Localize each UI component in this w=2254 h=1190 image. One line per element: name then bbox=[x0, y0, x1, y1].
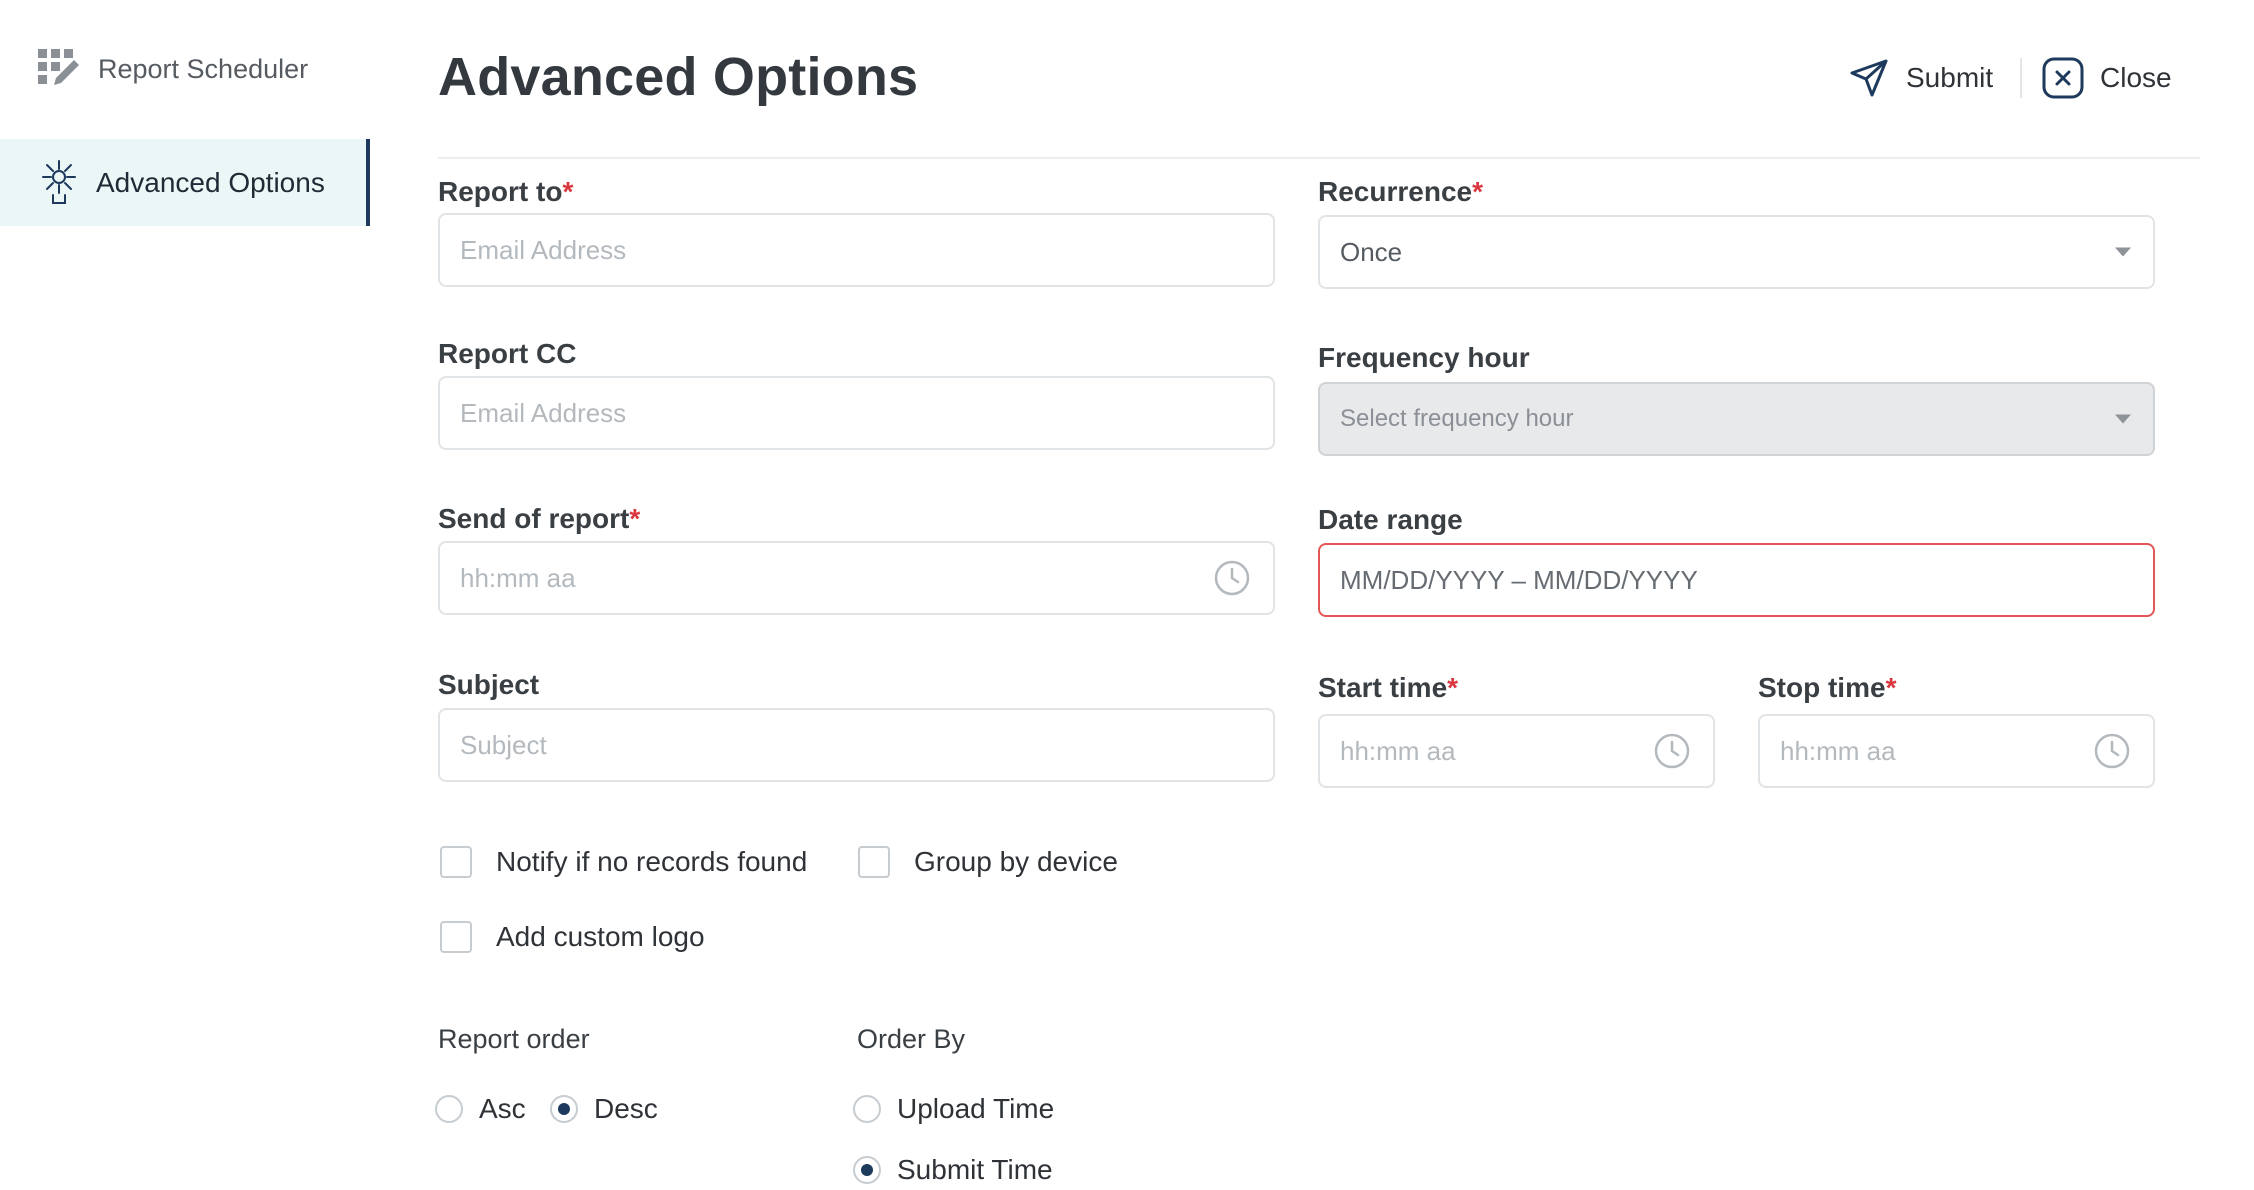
order-by-label: Order By bbox=[857, 1024, 966, 1054]
sidebar-app-label: Report Scheduler bbox=[98, 53, 309, 84]
close-label: Close bbox=[2100, 62, 2172, 93]
clock-icon[interactable] bbox=[1213, 559, 1251, 597]
close-icon bbox=[2042, 57, 2084, 99]
notify-checkbox-label: Notify if no records found bbox=[496, 846, 808, 877]
advanced-options-icon bbox=[42, 159, 76, 204]
start-time-input[interactable]: hh:mm aa bbox=[1318, 714, 1715, 788]
clock-icon[interactable] bbox=[2093, 732, 2131, 770]
send-of-report-placeholder: hh:mm aa bbox=[460, 562, 576, 593]
date-range-label: Date range bbox=[1318, 504, 1463, 535]
report-order-desc-radio[interactable]: Desc bbox=[550, 1093, 658, 1125]
radio-label: Upload Time bbox=[897, 1093, 1055, 1124]
stop-time-input[interactable]: hh:mm aa bbox=[1758, 714, 2155, 788]
order-by-upload-time-radio[interactable]: Upload Time bbox=[853, 1093, 1054, 1125]
recurrence-value: Once bbox=[1340, 236, 1403, 267]
page-title: Advanced Options bbox=[438, 47, 919, 107]
date-range-input[interactable]: MM/DD/YYYY – MM/DD/YYYY bbox=[1318, 543, 2155, 617]
report-scheduler-icon bbox=[38, 49, 79, 85]
notify-checkbox[interactable]: Notify if no records found bbox=[440, 846, 807, 878]
report-to-placeholder: Email Address bbox=[460, 234, 627, 265]
sidebar: Report Scheduler Advanced Options bbox=[0, 0, 370, 1190]
sidebar-item-advanced-options[interactable]: Advanced Options bbox=[0, 139, 370, 226]
report-order-label: Report order bbox=[438, 1024, 590, 1054]
radio-label: Asc bbox=[479, 1093, 526, 1124]
checkbox-box[interactable] bbox=[440, 921, 472, 953]
submit-label: Submit bbox=[1906, 62, 1994, 93]
checkbox-box[interactable] bbox=[858, 846, 890, 878]
close-button[interactable]: Close bbox=[2042, 56, 2172, 100]
sidebar-item-label: Advanced Options bbox=[96, 166, 325, 198]
submit-button[interactable]: Submit bbox=[1848, 56, 1993, 100]
chevron-down-icon bbox=[2115, 414, 2131, 424]
report-cc-label: Report CC bbox=[438, 338, 577, 369]
radio-button-selected[interactable] bbox=[550, 1095, 578, 1123]
send-icon bbox=[1850, 59, 1888, 97]
report-order-asc-radio[interactable]: Asc bbox=[435, 1093, 526, 1125]
radio-button-selected[interactable] bbox=[853, 1156, 881, 1184]
start-time-label: Start time* bbox=[1318, 672, 1459, 703]
recurrence-label: Recurrence* bbox=[1318, 176, 1483, 207]
report-to-label: Report to* bbox=[438, 176, 574, 207]
frequency-hour-select: Select frequency hour bbox=[1318, 382, 2155, 456]
report-cc-input[interactable]: Email Address bbox=[438, 376, 1275, 450]
report-to-input[interactable]: Email Address bbox=[438, 213, 1275, 287]
recurrence-select[interactable]: Once bbox=[1318, 215, 2155, 289]
group-by-device-checkbox[interactable]: Group by device bbox=[858, 846, 1118, 878]
frequency-hour-label: Frequency hour bbox=[1318, 342, 1530, 373]
sidebar-app-report-scheduler[interactable]: Report Scheduler bbox=[38, 46, 308, 92]
header-divider-line bbox=[438, 157, 2200, 159]
subject-placeholder: Subject bbox=[460, 729, 547, 760]
order-by-submit-time-radio[interactable]: Submit Time bbox=[853, 1154, 1053, 1186]
date-range-placeholder: MM/DD/YYYY – MM/DD/YYYY bbox=[1340, 564, 1698, 595]
radio-button[interactable] bbox=[853, 1095, 881, 1123]
frequency-hour-placeholder: Select frequency hour bbox=[1340, 405, 1574, 432]
send-of-report-input[interactable]: hh:mm aa bbox=[438, 541, 1275, 615]
group-by-device-label: Group by device bbox=[914, 846, 1118, 877]
report-cc-placeholder: Email Address bbox=[460, 397, 627, 428]
subject-label: Subject bbox=[438, 669, 540, 700]
radio-label: Submit Time bbox=[897, 1154, 1053, 1185]
stop-time-placeholder: hh:mm aa bbox=[1780, 735, 1896, 766]
start-time-placeholder: hh:mm aa bbox=[1340, 735, 1456, 766]
custom-logo-checkbox[interactable]: Add custom logo bbox=[440, 921, 705, 953]
custom-logo-label: Add custom logo bbox=[496, 921, 705, 952]
subject-input[interactable]: Subject bbox=[438, 708, 1275, 782]
radio-button[interactable] bbox=[435, 1095, 463, 1123]
radio-label: Desc bbox=[594, 1093, 658, 1124]
checkbox-box[interactable] bbox=[440, 846, 472, 878]
chevron-down-icon bbox=[2115, 247, 2131, 257]
clock-icon[interactable] bbox=[1653, 732, 1691, 770]
send-of-report-label: Send of report* bbox=[438, 503, 641, 534]
stop-time-label: Stop time* bbox=[1758, 672, 1897, 703]
header-divider bbox=[2020, 58, 2022, 98]
